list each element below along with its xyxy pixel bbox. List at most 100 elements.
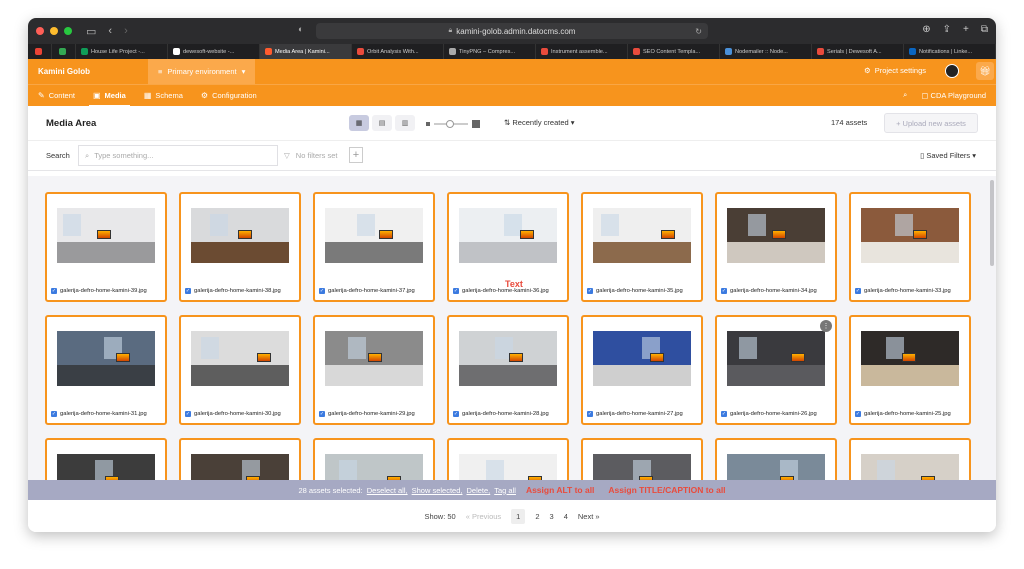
asset-card[interactable] (313, 438, 435, 480)
sort-dropdown[interactable]: ⇅ Recently created ▾ (504, 118, 575, 127)
tag-all-link[interactable]: Tag all (494, 486, 516, 495)
sidebar-icon[interactable]: ▭ (86, 25, 96, 38)
assign-alt-button[interactable]: Assign ALT to all (526, 485, 594, 495)
asset-card[interactable] (45, 438, 167, 480)
browser-tab[interactable]: House Life Project -... (76, 44, 168, 59)
project-name[interactable]: Kamini Golob (38, 67, 148, 76)
tab-overview-icon[interactable]: ⧉ (981, 24, 988, 35)
browser-tab[interactable]: Instrument assemble... (536, 44, 628, 59)
address-bar[interactable]: 🔒︎ kamini-golob.admin.datocms.com ↻ (316, 23, 708, 39)
asset-thumbnail[interactable] (57, 454, 155, 480)
reload-icon[interactable]: ↻ (695, 27, 702, 36)
more-options-icon[interactable]: ⋮ (820, 320, 832, 332)
browser-tab[interactable]: Media Area | Kamini... (260, 44, 352, 59)
asset-card[interactable]: ✓ galerija-defro-home-kamini-29.jpg (313, 315, 435, 425)
environment-selector[interactable]: ≡ Primary environment ▾ (148, 59, 256, 84)
nav-media[interactable]: ▣ Media (89, 85, 130, 107)
asset-card[interactable]: ✓ galerija-defro-home-kamini-31.jpg (45, 315, 167, 425)
asset-card[interactable]: ✓ galerija-defro-home-kamini-28.jpg (447, 315, 569, 425)
forward-icon[interactable]: › (124, 25, 128, 38)
asset-thumbnail[interactable] (191, 331, 289, 386)
gift-icon[interactable]: 🎁︎ (976, 62, 994, 80)
asset-thumbnail[interactable] (727, 454, 825, 480)
asset-card[interactable] (581, 438, 703, 480)
select-checkbox[interactable]: ✓ (453, 411, 459, 417)
browser-tab[interactable]: dewesoft-website -... (168, 44, 260, 59)
asset-thumbnail[interactable] (459, 331, 557, 386)
asset-card[interactable] (849, 438, 971, 480)
asset-thumbnail[interactable] (57, 208, 155, 263)
share-icon[interactable]: ⇪ (943, 24, 951, 35)
browser-tab[interactable]: SEO Content Templa... (628, 44, 720, 59)
scrollbar[interactable] (990, 180, 994, 266)
asset-thumbnail[interactable] (593, 331, 691, 386)
asset-card[interactable] (715, 438, 837, 480)
page-2-button[interactable]: 2 (535, 512, 539, 521)
select-checkbox[interactable]: ✓ (453, 288, 459, 294)
asset-card[interactable]: ✓ galerija-defro-home-kamini-30.jpg (179, 315, 301, 425)
deselect-all-link[interactable]: Deselect all, (367, 486, 408, 495)
asset-thumbnail[interactable] (727, 331, 825, 386)
page-4-button[interactable]: 4 (564, 512, 568, 521)
asset-thumbnail[interactable] (57, 331, 155, 386)
asset-thumbnail[interactable] (325, 454, 423, 480)
slider-track[interactable] (434, 120, 468, 128)
project-settings-button[interactable]: ⚙ Project settings (864, 66, 926, 75)
cda-playground-button[interactable]: ▢ CDA Playground (921, 91, 986, 100)
nav-schema[interactable]: ▦ Schema (144, 85, 183, 107)
table-view-button[interactable]: ▥ (395, 115, 415, 131)
select-checkbox[interactable]: ✓ (319, 288, 325, 294)
select-checkbox[interactable]: ✓ (185, 411, 191, 417)
grid-view-button[interactable]: ▦ (349, 115, 369, 131)
show-selected-link[interactable]: Show selected, (412, 486, 463, 495)
upload-assets-button[interactable]: + Upload new assets (884, 113, 978, 133)
nav-configuration[interactable]: ⚙ Configuration (201, 85, 257, 107)
asset-thumbnail[interactable] (191, 454, 289, 480)
new-tab-icon[interactable]: + (963, 24, 969, 35)
asset-card[interactable]: ✓ galerija-defro-home-kamini-35.jpg (581, 192, 703, 302)
select-checkbox[interactable]: ✓ (855, 411, 861, 417)
asset-thumbnail[interactable] (325, 331, 423, 386)
masonry-view-button[interactable]: ▤ (372, 115, 392, 131)
browser-tab[interactable] (28, 44, 52, 59)
page-1-button[interactable]: 1 (511, 508, 526, 524)
filters-control[interactable]: ▽ No filters set (284, 151, 337, 160)
avatar[interactable] (945, 64, 959, 78)
delete-link[interactable]: Delete, (466, 486, 490, 495)
search-icon[interactable]: ⌕ (903, 90, 907, 100)
asset-thumbnail[interactable] (593, 208, 691, 263)
next-page-button[interactable]: Next » (578, 512, 600, 521)
page-3-button[interactable]: 3 (550, 512, 554, 521)
select-checkbox[interactable]: ✓ (51, 288, 57, 294)
browser-tab[interactable]: Notifications | Linke... (904, 44, 996, 59)
asset-card[interactable]: ✓ galerija-defro-home-kamini-34.jpg (715, 192, 837, 302)
back-icon[interactable]: ‹ (108, 25, 112, 38)
asset-card[interactable]: ✓ galerija-defro-home-kamini-37.jpg (313, 192, 435, 302)
browser-tab[interactable]: Nodemailer :: Node... (720, 44, 812, 59)
asset-thumbnail[interactable] (861, 454, 959, 480)
select-checkbox[interactable]: ✓ (587, 411, 593, 417)
asset-thumbnail[interactable] (593, 454, 691, 480)
browser-tab[interactable] (52, 44, 76, 59)
page-size-selector[interactable]: Show: 50 (424, 512, 455, 521)
browser-tab[interactable]: TinyPNG – Compres... (444, 44, 536, 59)
search-input[interactable]: ⌕ Type something... (78, 145, 278, 166)
asset-card[interactable]: ✓ galerija-defro-home-kamini-39.jpg (45, 192, 167, 302)
select-checkbox[interactable]: ✓ (51, 411, 57, 417)
asset-thumbnail[interactable] (191, 208, 289, 263)
browser-tab[interactable]: Orbit Analysis With... (352, 44, 444, 59)
minimize-window-button[interactable] (50, 27, 58, 35)
asset-thumbnail[interactable] (727, 208, 825, 263)
select-checkbox[interactable]: ✓ (721, 411, 727, 417)
asset-thumbnail[interactable] (459, 454, 557, 480)
asset-thumbnail[interactable] (861, 331, 959, 386)
asset-thumbnail[interactable] (325, 208, 423, 263)
nav-content[interactable]: ✎ Content (38, 85, 75, 107)
asset-thumbnail[interactable] (459, 208, 557, 263)
select-checkbox[interactable]: ✓ (855, 288, 861, 294)
asset-card[interactable]: ✓ galerija-defro-home-kamini-27.jpg (581, 315, 703, 425)
shield-icon[interactable]: ◐ (298, 24, 303, 34)
download-icon[interactable]: ⊕ (922, 24, 930, 35)
add-filter-button[interactable]: + (349, 147, 363, 163)
close-window-button[interactable] (36, 27, 44, 35)
